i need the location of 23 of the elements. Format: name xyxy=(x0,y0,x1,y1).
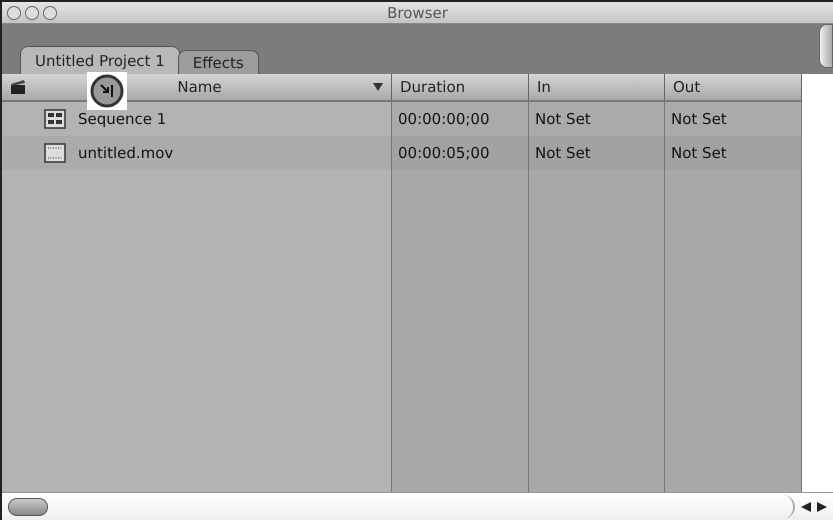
column-header[interactable]: In xyxy=(529,74,665,102)
scroll-thumb[interactable] xyxy=(8,498,48,516)
table-cell: 00:00:00;00 xyxy=(392,102,529,136)
table-cell: 00:00:05;00 xyxy=(392,136,529,170)
column-header[interactable]: Out xyxy=(665,74,802,102)
tab[interactable]: Effects xyxy=(178,50,259,74)
window-title: Browser xyxy=(386,4,449,22)
clapper-icon xyxy=(10,79,26,95)
tab[interactable]: Untitled Project 1 xyxy=(20,46,180,74)
panel-handle[interactable] xyxy=(819,24,833,68)
table-cell: Not Set xyxy=(665,102,802,136)
table-cell: untitled.mov xyxy=(2,136,392,170)
table-cell: Not Set xyxy=(665,136,802,170)
table-cell: Not Set xyxy=(529,102,665,136)
sequence-icon xyxy=(44,109,66,129)
column-header[interactable]: Duration xyxy=(392,74,529,102)
clip-icon xyxy=(44,143,66,163)
jump-button[interactable] xyxy=(87,72,127,110)
sort-down-icon[interactable] xyxy=(373,83,383,91)
table-cell: Not Set xyxy=(529,136,665,170)
window-buttons-icon[interactable] xyxy=(6,4,60,20)
scroll-right-icon[interactable] xyxy=(817,502,827,512)
scroll-left-icon[interactable] xyxy=(801,502,811,512)
